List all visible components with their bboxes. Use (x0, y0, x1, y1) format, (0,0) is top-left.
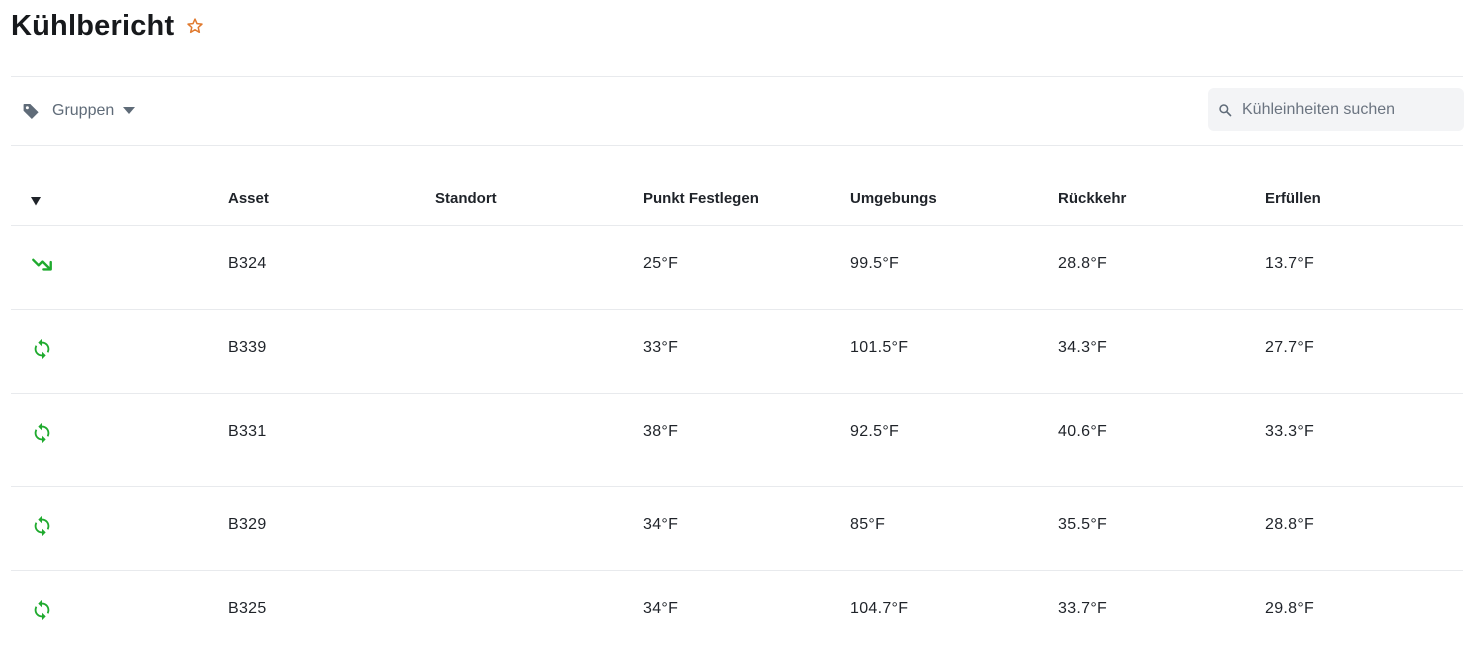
cell-setpoint: 38°F (643, 423, 679, 440)
cell-return: 35.5°F (1058, 516, 1108, 533)
cell-ambient: 99.5°F (850, 255, 900, 272)
cell-ambient: 101.5°F (850, 339, 909, 356)
cell-return: 40.6°F (1058, 423, 1108, 440)
table-row[interactable]: B324 25°F 99.5°F 28.8°F 13.7°F (11, 226, 1463, 310)
header-divider (11, 76, 1463, 77)
cell-ambient: 92.5°F (850, 423, 900, 440)
tag-icon (22, 101, 42, 121)
cell-setpoint: 34°F (643, 600, 679, 617)
cell-asset: B331 (228, 423, 267, 440)
table-row[interactable]: B325 34°F 104.7°F 33.7°F 29.8°F (11, 571, 1463, 646)
sync-icon[interactable] (31, 599, 53, 621)
cell-ambient: 85°F (850, 516, 886, 533)
groups-filter-label: Gruppen (52, 102, 115, 119)
page-header: Kühlbericht (11, 6, 206, 46)
sync-icon[interactable] (31, 338, 53, 360)
cell-supply: 28.8°F (1265, 516, 1315, 533)
table-row[interactable]: B329 34°F 85°F 35.5°F 28.8°F (11, 487, 1463, 571)
sync-icon[interactable] (31, 515, 53, 537)
cell-supply: 29.8°F (1265, 600, 1315, 617)
column-header-setpoint[interactable]: Punkt Festlegen (643, 190, 759, 207)
page-title: Kühlbericht (11, 9, 175, 42)
cell-supply: 33.3°F (1265, 423, 1315, 440)
cell-return: 33.7°F (1058, 600, 1108, 617)
column-header-supply[interactable]: Erfüllen (1265, 190, 1321, 207)
cell-asset: B339 (228, 339, 267, 356)
chevron-down-icon (123, 105, 136, 117)
search-input[interactable] (1242, 100, 1452, 119)
column-header-ambient[interactable]: Umgebungs (850, 190, 937, 207)
cooling-table: Asset Standort Punkt Festlegen Umgebungs… (11, 168, 1463, 646)
cell-return: 34.3°F (1058, 339, 1108, 356)
cell-supply: 13.7°F (1265, 255, 1315, 272)
cell-return: 28.8°F (1058, 255, 1108, 272)
groups-filter-button[interactable]: Gruppen (22, 98, 136, 124)
column-header-asset[interactable]: Asset (228, 190, 269, 207)
column-header-location[interactable]: Standort (435, 190, 497, 207)
column-header-return[interactable]: Rückkehr (1058, 190, 1126, 207)
cell-setpoint: 34°F (643, 516, 679, 533)
cell-supply: 27.7°F (1265, 339, 1315, 356)
cell-setpoint: 25°F (643, 255, 679, 272)
trending-icon[interactable] (31, 252, 53, 274)
cell-asset: B325 (228, 600, 267, 617)
table-header: Asset Standort Punkt Festlegen Umgebungs… (11, 168, 1463, 226)
cell-ambient: 104.7°F (850, 600, 909, 617)
star-icon[interactable] (184, 15, 206, 37)
caret-down-icon[interactable] (31, 193, 41, 206)
cell-setpoint: 33°F (643, 339, 679, 356)
table-row[interactable]: B339 33°F 101.5°F 34.3°F 27.7°F (11, 310, 1463, 394)
toolbar-divider (11, 145, 1463, 146)
sync-icon[interactable] (31, 422, 53, 444)
cell-asset: B329 (228, 516, 267, 533)
search-icon (1218, 103, 1232, 117)
table-row[interactable]: B331 38°F 92.5°F 40.6°F 33.3°F (11, 394, 1463, 487)
cell-asset: B324 (228, 255, 267, 272)
search-box (1208, 88, 1464, 131)
